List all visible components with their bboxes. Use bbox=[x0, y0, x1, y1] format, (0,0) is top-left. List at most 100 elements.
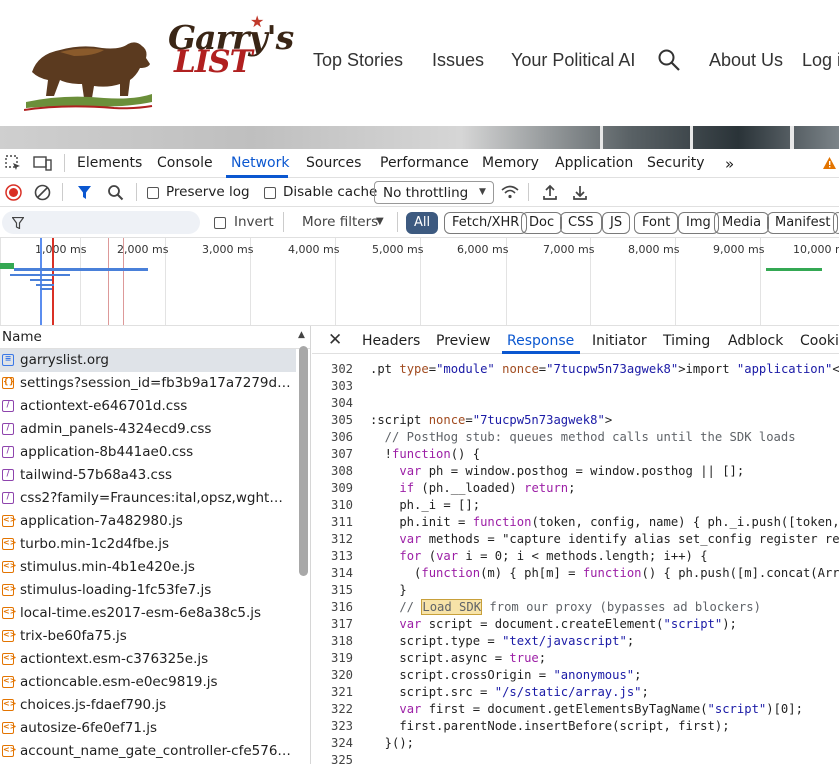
filter-funnel-icon[interactable] bbox=[77, 185, 92, 200]
code-line: 310 ph._i = []; bbox=[312, 498, 839, 515]
filter-chip-css[interactable]: CSS bbox=[560, 212, 602, 234]
tab-application[interactable]: Application bbox=[555, 155, 633, 171]
request-row[interactable]: / application-8b441ae0.css bbox=[0, 441, 296, 464]
code-line: 303 bbox=[312, 379, 839, 396]
site-logo[interactable]: Garry's LIST ★ bbox=[23, 10, 294, 120]
tab-preview[interactable]: Preview bbox=[436, 333, 491, 349]
code-text: ph.init = function(token, config, name) … bbox=[370, 515, 839, 529]
filter-chip-img[interactable]: Img bbox=[678, 212, 719, 234]
network-conditions-icon[interactable] bbox=[501, 185, 519, 200]
disable-cache-checkbox[interactable] bbox=[264, 187, 276, 199]
tab-security[interactable]: Security bbox=[647, 155, 705, 171]
filter-chip-all[interactable]: All bbox=[406, 212, 439, 234]
tab-response[interactable]: Response bbox=[507, 333, 574, 349]
tab-network[interactable]: Network bbox=[231, 155, 289, 171]
code-text: var script = document.createElement("scr… bbox=[399, 617, 737, 631]
request-row[interactable]: / admin_panels-4324ecd9.css bbox=[0, 418, 296, 441]
request-row[interactable]: <> account_name_gate_controller-cfe57689.… bbox=[0, 740, 296, 763]
network-overview-timeline[interactable]: 1,000 ms 2,000 ms 3,000 ms 4,000 ms 5,00… bbox=[0, 238, 839, 326]
tab-initiator[interactable]: Initiator bbox=[592, 333, 647, 349]
request-row[interactable]: <> actiontext.esm-c376325e.js bbox=[0, 648, 296, 671]
filter-chip-overflow[interactable] bbox=[833, 212, 839, 234]
nav-issues[interactable]: Issues bbox=[432, 50, 484, 71]
more-tabs-chevron-icon[interactable]: » bbox=[725, 155, 734, 173]
clear-icon[interactable] bbox=[34, 184, 51, 201]
request-row[interactable]: / css2?family=Fraunces:ital,opsz,wght@0,9… bbox=[0, 487, 296, 510]
filter-chip-doc[interactable]: Doc bbox=[521, 212, 563, 234]
export-har-icon[interactable] bbox=[572, 184, 588, 201]
request-row[interactable]: <> trix-be60fa75.js bbox=[0, 625, 296, 648]
timeline-tick: 6,000 ms bbox=[457, 243, 509, 256]
request-bar bbox=[10, 274, 70, 276]
preserve-log-checkbox[interactable] bbox=[147, 187, 159, 199]
record-stop-icon[interactable] bbox=[5, 184, 22, 201]
js-file-icon: <> bbox=[2, 584, 16, 596]
request-row[interactable]: <> autosize-6fe0ef71.js bbox=[0, 717, 296, 740]
request-row[interactable]: {} settings?session_id=fb3b9a17a7279d2759… bbox=[0, 372, 296, 395]
code-line: 318 script.type = "text/javascript"; bbox=[312, 634, 839, 651]
timeline-tick: 3,000 ms bbox=[202, 243, 254, 256]
request-row[interactable]: <> application-7a482980.js bbox=[0, 510, 296, 533]
throttling-select[interactable]: No throttling ▼ bbox=[374, 181, 494, 204]
request-row[interactable]: ≡ garryslist.org bbox=[0, 349, 296, 372]
line-number: 309 bbox=[330, 481, 353, 495]
request-row[interactable]: / actiontext-e646701d.css bbox=[0, 395, 296, 418]
request-row[interactable]: / tailwind-57b68a43.css bbox=[0, 464, 296, 487]
line-number: 319 bbox=[330, 651, 353, 665]
nav-top-stories[interactable]: Top Stories bbox=[313, 50, 403, 71]
request-row[interactable]: <> turbo.min-1c2d4fbe.js bbox=[0, 533, 296, 556]
tab-timing[interactable]: Timing bbox=[663, 333, 710, 349]
tab-memory[interactable]: Memory bbox=[482, 155, 539, 171]
filter-input[interactable] bbox=[2, 211, 200, 234]
filter-chip-fetch-xhr[interactable]: Fetch/XHR bbox=[444, 212, 528, 234]
tab-headers[interactable]: Headers bbox=[362, 333, 420, 349]
request-name: autosize-6fe0ef71.js bbox=[20, 720, 157, 736]
tab-performance[interactable]: Performance bbox=[380, 155, 469, 171]
more-filters-button[interactable]: More filters bbox=[302, 214, 378, 230]
request-list-scrollbar[interactable] bbox=[299, 346, 308, 576]
import-har-icon[interactable] bbox=[542, 184, 558, 201]
warning-icon[interactable] bbox=[822, 156, 837, 170]
filter-chip-media[interactable]: Media bbox=[714, 212, 770, 234]
request-row[interactable]: <> choices.js-fdaef790.js bbox=[0, 694, 296, 717]
code-text: script.type = "text/javascript"; bbox=[370, 634, 635, 648]
request-bar bbox=[36, 284, 54, 286]
name-column-header[interactable]: Name bbox=[2, 329, 42, 345]
request-name: actioncable.esm-e0ec9819.js bbox=[20, 674, 218, 690]
inspect-element-icon[interactable] bbox=[5, 155, 22, 172]
code-line: 325 bbox=[312, 753, 839, 764]
code-line: 308 var ph = window.posthog = window.pos… bbox=[312, 464, 839, 481]
filter-funnel-icon bbox=[12, 217, 24, 229]
code-text: :script nonce="7tucpw5n73agwek8"> bbox=[370, 413, 613, 427]
tab-sources[interactable]: Sources bbox=[306, 155, 361, 171]
close-icon[interactable]: ✕ bbox=[328, 330, 342, 350]
filter-chip-font[interactable]: Font bbox=[634, 212, 679, 234]
filter-chip-js[interactable]: JS bbox=[602, 212, 631, 234]
request-name: application-8b441ae0.css bbox=[20, 444, 194, 460]
line-number: 308 bbox=[330, 464, 353, 478]
tab-elements[interactable]: Elements bbox=[77, 155, 142, 171]
line-number: 311 bbox=[330, 515, 353, 529]
tab-console[interactable]: Console bbox=[157, 155, 213, 171]
nav-about-us[interactable]: About Us bbox=[709, 50, 783, 71]
filter-chip-manifest[interactable]: Manifest bbox=[767, 212, 839, 234]
request-row[interactable]: <> stimulus-loading-1fc53fe7.js bbox=[0, 579, 296, 602]
search-icon[interactable] bbox=[657, 48, 681, 72]
code-text: (function(m) { ph[m] = function() { ph.p… bbox=[370, 566, 839, 580]
response-panel: ✕ Headers Preview Response Initiator Tim… bbox=[312, 326, 839, 764]
device-toolbar-icon[interactable] bbox=[33, 155, 53, 172]
css-file-icon: / bbox=[2, 469, 14, 481]
code-line: 323 first.parentNode.insertBefore(script… bbox=[312, 719, 839, 736]
request-row[interactable]: <> actioncable.esm-e0ec9819.js bbox=[0, 671, 296, 694]
invert-checkbox[interactable] bbox=[214, 217, 226, 229]
invert-label: Invert bbox=[234, 214, 274, 230]
timeline-tick: 9,000 ms bbox=[713, 243, 765, 256]
nav-political-ai[interactable]: Your Political AI bbox=[511, 50, 635, 71]
tab-adblock[interactable]: Adblock bbox=[728, 333, 783, 349]
request-row[interactable]: <> local-time.es2017-esm-6e8a38c5.js bbox=[0, 602, 296, 625]
tab-cookies[interactable]: Cookie bbox=[800, 333, 839, 349]
nav-login[interactable]: Log i bbox=[802, 50, 839, 71]
request-row[interactable]: <> stimulus.min-4b1e420e.js bbox=[0, 556, 296, 579]
line-number: 315 bbox=[330, 583, 353, 597]
search-icon[interactable] bbox=[107, 184, 124, 201]
